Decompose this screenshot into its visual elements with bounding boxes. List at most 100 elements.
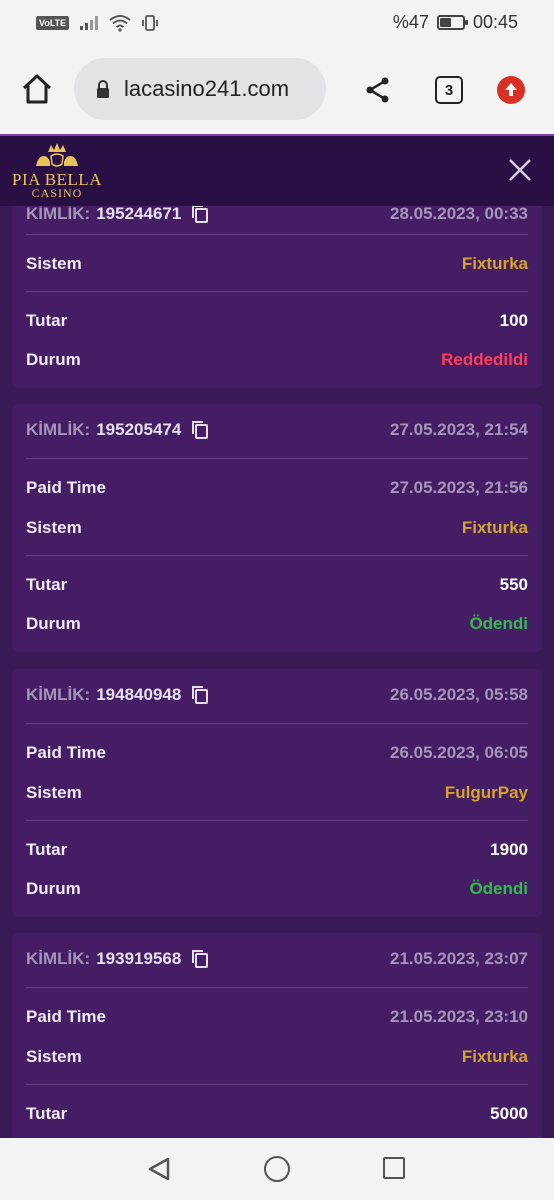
divider xyxy=(26,1084,528,1085)
card-header-row: KİMLİK: 195244671 28.05.2023, 00:33 xyxy=(26,206,528,234)
kimlik-label: KİMLİK: xyxy=(26,949,91,968)
paid-time-label: Paid Time xyxy=(26,1007,106,1026)
transaction-id: KİMLİK: 195244671 xyxy=(26,206,209,224)
sistem-label: Sistem xyxy=(26,783,82,802)
copy-icon[interactable] xyxy=(191,685,209,705)
durum-label: Durum xyxy=(26,614,81,633)
kimlik-label: KİMLİK: xyxy=(26,206,91,223)
sistem-row: Sistem Fixturka xyxy=(26,1037,528,1077)
transaction-id-value: 195205474 xyxy=(96,420,182,439)
transaction-id-value: 194840948 xyxy=(96,685,182,704)
signal-icon xyxy=(79,15,99,31)
sistem-row: Sistem Fixturka xyxy=(26,508,528,548)
tutar-label: Tutar xyxy=(26,575,68,594)
recent-apps-button[interactable] xyxy=(383,1157,405,1179)
update-button[interactable] xyxy=(497,76,525,104)
copy-icon[interactable] xyxy=(191,206,209,224)
card-header-row: KİMLİK: 195205474 27.05.2023, 21:54 xyxy=(26,410,528,450)
vibrate-icon xyxy=(141,14,159,32)
status-bar: VoLTE %47 00:45 xyxy=(0,0,554,48)
paid-time-row: Paid Time 27.05.2023, 21:56 xyxy=(26,468,528,508)
transaction-card: KİMLİK: 195205474 27.05.2023, 21:54 Paid… xyxy=(12,404,542,652)
url-text: lacasino241.com xyxy=(124,76,290,101)
site-header: PIA BELLA CASINO xyxy=(0,134,554,206)
tutar-label: Tutar xyxy=(26,840,68,859)
system-navigation-bar xyxy=(0,1138,554,1200)
durum-row: Durum Ödendi xyxy=(26,604,528,644)
tutar-row: Tutar 1900 xyxy=(26,830,528,870)
tab-switcher-button[interactable]: 3 xyxy=(435,76,463,104)
battery-percent: %47 xyxy=(392,12,429,32)
divider xyxy=(26,291,528,292)
transaction-card: KİMLİK: 195244671 28.05.2023, 00:33 Sist… xyxy=(12,206,542,388)
durum-label: Durum xyxy=(26,879,81,898)
tutar-value: 100 xyxy=(499,311,528,330)
paid-time-value: 26.05.2023, 06:05 xyxy=(389,743,528,762)
home-button[interactable] xyxy=(20,72,54,106)
sistem-row: Sistem Fixturka xyxy=(26,244,528,284)
battery-icon xyxy=(436,15,468,30)
crown-icon xyxy=(36,143,78,167)
sistem-value: Fixturka xyxy=(461,254,528,273)
card-header-row: KİMLİK: 193919568 21.05.2023, 23:07 xyxy=(26,939,528,979)
back-button[interactable] xyxy=(146,1156,172,1182)
transaction-date: 21.05.2023, 23:07 xyxy=(389,949,528,968)
lock-icon xyxy=(97,80,109,98)
wifi-icon xyxy=(109,14,131,32)
card-header-row: KİMLİK: 194840948 26.05.2023, 05:58 xyxy=(26,675,528,715)
tutar-value: 1900 xyxy=(490,840,528,859)
address-bar[interactable]: lacasino241.com xyxy=(74,58,326,120)
divider xyxy=(26,458,528,459)
site-logo[interactable]: PIA BELLA CASINO xyxy=(12,140,102,202)
tutar-value: 550 xyxy=(499,575,528,594)
volte-badge: VoLTE xyxy=(36,16,70,30)
copy-icon[interactable] xyxy=(191,420,209,440)
transaction-date: 27.05.2023, 21:54 xyxy=(389,420,528,439)
copy-icon[interactable] xyxy=(191,949,209,969)
share-icon xyxy=(366,77,389,103)
paid-time-label: Paid Time xyxy=(26,478,106,497)
durum-value: Ödendi xyxy=(469,614,528,633)
transaction-card: KİMLİK: 193919568 21.05.2023, 23:07 Paid… xyxy=(12,933,542,1138)
browser-toolbar: lacasino241.com 3 xyxy=(0,48,554,134)
logo-subtitle: CASINO xyxy=(31,186,83,200)
arrow-up-icon xyxy=(505,83,517,96)
transaction-id-value: 195244671 xyxy=(96,206,182,223)
durum-row: Durum Reddedildi xyxy=(26,340,528,380)
transaction-date: 26.05.2023, 05:58 xyxy=(389,685,528,704)
divider xyxy=(26,820,528,821)
paid-time-value: 27.05.2023, 21:56 xyxy=(389,478,528,497)
transaction-id: KİMLİK: 194840948 xyxy=(26,685,209,705)
transaction-date: 28.05.2023, 00:33 xyxy=(389,206,528,223)
transaction-id: KİMLİK: 193919568 xyxy=(26,949,209,969)
share-button[interactable] xyxy=(364,76,392,104)
battery-fill xyxy=(439,18,452,27)
durum-value: Ödendi xyxy=(469,879,528,898)
tutar-value: 5000 xyxy=(490,1104,528,1123)
tutar-row: Tutar 5000 xyxy=(26,1094,528,1134)
transaction-id-value: 193919568 xyxy=(96,949,182,968)
divider xyxy=(26,987,528,988)
kimlik-label: KİMLİK: xyxy=(26,420,91,439)
tutar-label: Tutar xyxy=(26,1104,68,1123)
divider xyxy=(26,555,528,556)
sistem-value: FulgurPay xyxy=(444,783,528,802)
durum-label: Durum xyxy=(26,350,81,369)
transaction-card: KİMLİK: 194840948 26.05.2023, 05:58 Paid… xyxy=(12,669,542,917)
durum-value: Reddedildi xyxy=(441,350,528,369)
sistem-value: Fixturka xyxy=(461,1047,528,1066)
sistem-value: Fixturka xyxy=(461,518,528,537)
transaction-list[interactable]: KİMLİK: 195244671 28.05.2023, 00:33 Sist… xyxy=(0,206,554,1138)
home-icon xyxy=(22,74,52,104)
home-circle-button[interactable] xyxy=(264,1156,290,1182)
tutar-row: Tutar 100 xyxy=(26,301,528,341)
close-icon xyxy=(509,159,531,181)
sistem-label: Sistem xyxy=(26,518,82,537)
divider xyxy=(26,234,528,235)
divider xyxy=(26,723,528,724)
transaction-id: KİMLİK: 195205474 xyxy=(26,420,209,440)
sistem-label: Sistem xyxy=(26,254,82,273)
sistem-row: Sistem FulgurPay xyxy=(26,773,528,813)
close-button[interactable] xyxy=(508,158,532,182)
paid-time-label: Paid Time xyxy=(26,743,106,762)
